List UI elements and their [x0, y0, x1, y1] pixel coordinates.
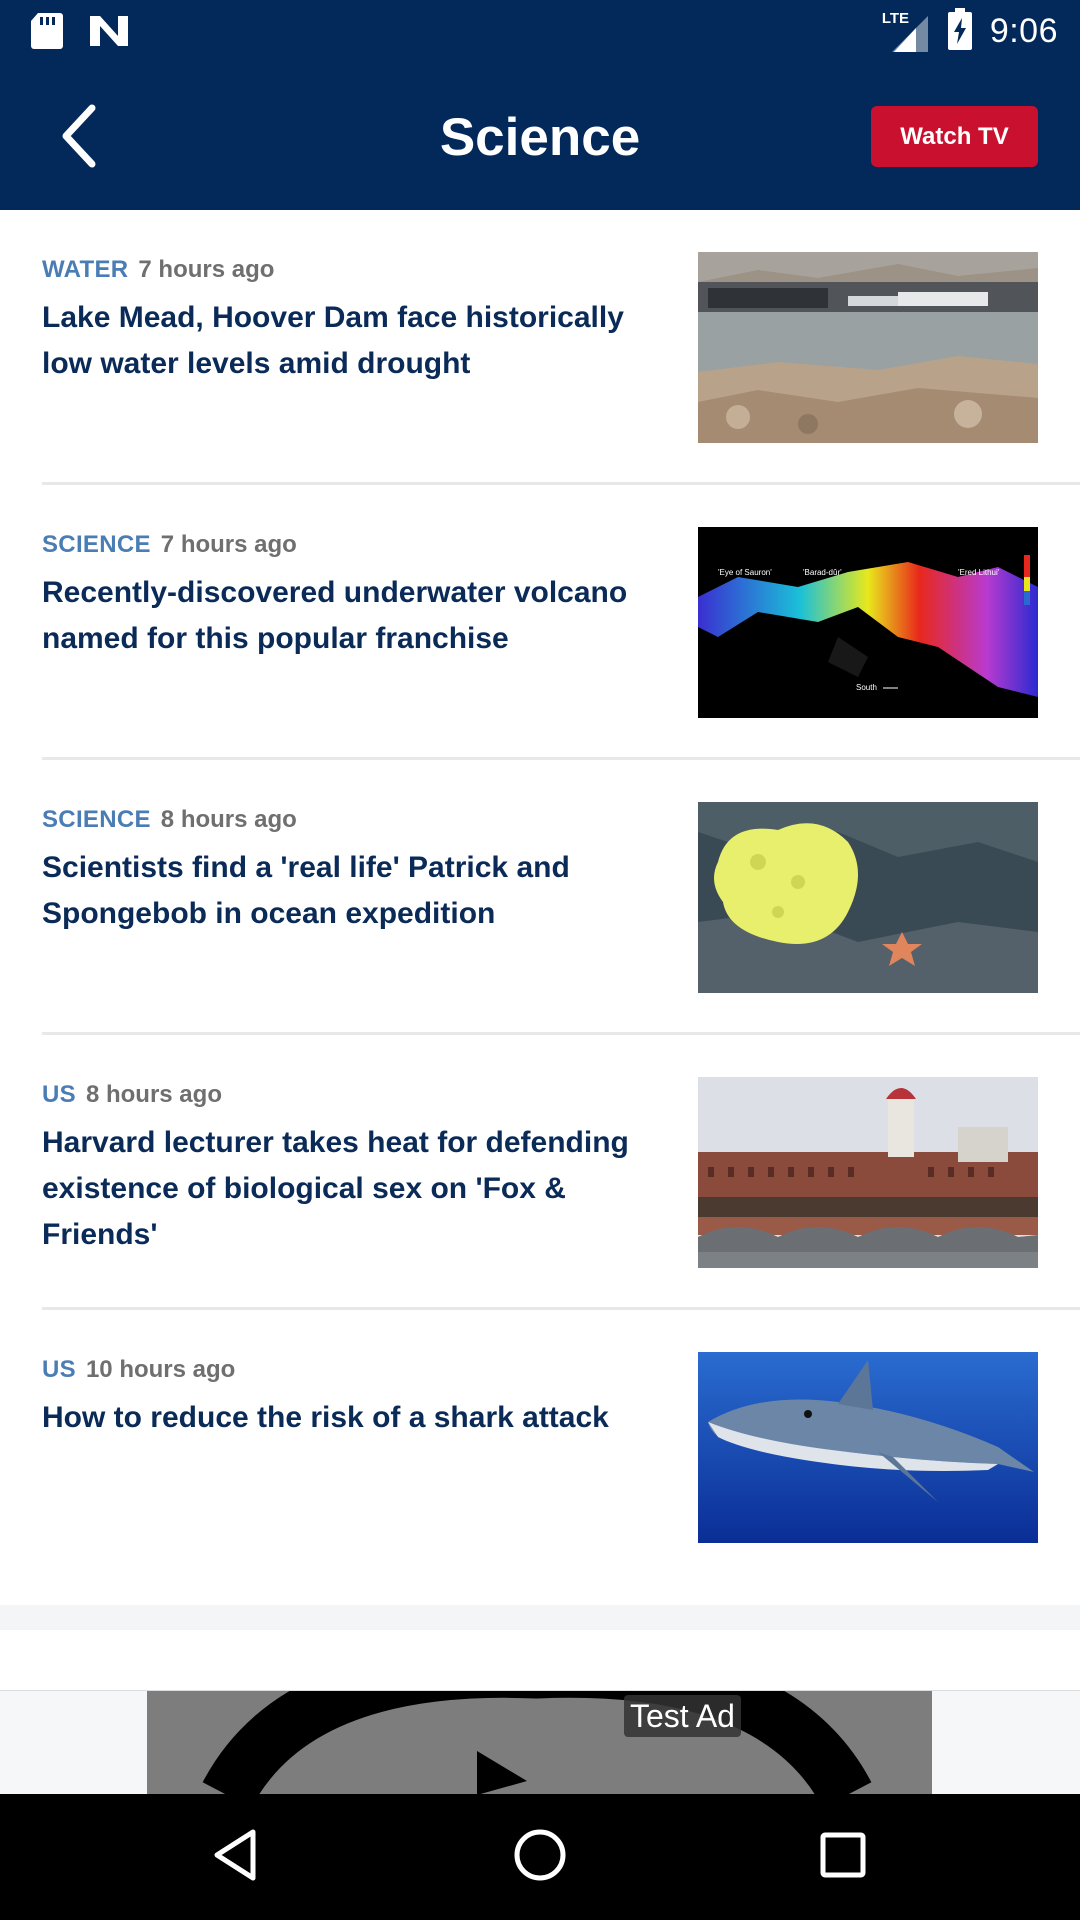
article-item[interactable]: US 10 hours ago How to reduce the risk of… [0, 1310, 1080, 1585]
article-time: 8 hours ago [160, 806, 297, 833]
article-headline[interactable]: Lake Mead, Hoover Dam face historically … [42, 295, 682, 387]
system-nav-bar [0, 1794, 1080, 1920]
article-category[interactable]: SCIENCE [42, 806, 151, 833]
svg-text:South: South [856, 683, 877, 692]
test-ad-label: Test Ad [624, 1695, 741, 1737]
shark-image [698, 1352, 1038, 1543]
article-list: WATER 7 hours ago Lake Mead, Hoover Dam f… [0, 210, 1080, 1585]
home-circle-icon [513, 1828, 567, 1887]
watch-tv-button[interactable]: Watch TV [871, 106, 1038, 167]
sd-card-icon [30, 12, 64, 55]
article-time: 8 hours ago [85, 1081, 222, 1108]
article-thumbnail[interactable]: 'Eye of Sauron' 'Barad-dûr' 'Ered Lithui… [698, 527, 1038, 718]
article-headline[interactable]: Harvard lecturer takes heat for defendin… [42, 1120, 682, 1258]
list-footer-spacer [0, 1605, 1080, 1630]
article-thumbnail[interactable] [698, 1352, 1038, 1543]
nav-back-button[interactable] [200, 1822, 270, 1892]
ad-creative[interactable]: Test Ad [147, 1691, 932, 1795]
article-time: 7 hours ago [138, 256, 275, 283]
battery-charging-icon [947, 8, 972, 55]
article-category[interactable]: US [42, 1081, 76, 1108]
article-meta: US 10 hours ago [42, 1356, 235, 1384]
status-bar: LTE 9:06 [0, 0, 1080, 63]
article-category[interactable]: SCIENCE [42, 531, 151, 558]
clock: 9:06 [989, 12, 1058, 50]
nav-recents-button[interactable] [808, 1822, 878, 1892]
ad-image [147, 1691, 932, 1795]
article-thumbnail[interactable] [698, 252, 1038, 443]
article-meta: SCIENCE 7 hours ago [42, 531, 297, 559]
nav-home-button[interactable] [505, 1822, 575, 1892]
science-news-screen: LTE 9:06 Science Watch TV WATER 7 hours … [0, 0, 1080, 1920]
app-header: Science Watch TV [0, 63, 1080, 210]
article-meta: US 8 hours ago [42, 1081, 222, 1109]
article-meta: WATER 7 hours ago [42, 256, 274, 284]
sponge-starfish-image [698, 802, 1038, 993]
article-time: 10 hours ago [85, 1356, 236, 1383]
svg-text:'Barad-dûr': 'Barad-dûr' [803, 568, 842, 577]
article-time: 7 hours ago [160, 531, 297, 558]
article-category[interactable]: WATER [42, 256, 128, 283]
lake-mead-image [698, 252, 1038, 443]
article-category[interactable]: US [42, 1356, 76, 1383]
volcano-map-image: 'Eye of Sauron' 'Barad-dûr' 'Ered Lithui… [698, 527, 1038, 718]
svg-text:'Eye of Sauron': 'Eye of Sauron' [718, 568, 772, 577]
lte-signal-icon: LTE [882, 10, 930, 54]
article-headline[interactable]: Recently-discovered underwater volcano n… [42, 570, 682, 662]
back-triangle-icon [211, 1828, 259, 1887]
ad-banner: Test Ad [0, 1690, 1080, 1795]
article-thumbnail[interactable] [698, 1077, 1038, 1268]
recents-square-icon [819, 1831, 867, 1884]
article-item[interactable]: SCIENCE 7 hours ago Recently-discovered u… [0, 485, 1080, 760]
article-headline[interactable]: Scientists find a 'real life' Patrick an… [42, 845, 682, 937]
article-meta: SCIENCE 8 hours ago [42, 806, 297, 834]
svg-text:'Ered Lithui': 'Ered Lithui' [958, 568, 1000, 577]
harvard-image [698, 1077, 1038, 1268]
app-n-icon [88, 14, 130, 53]
article-item[interactable]: US 8 hours ago Harvard lecturer takes hea… [0, 1035, 1080, 1310]
article-thumbnail[interactable] [698, 802, 1038, 993]
article-item[interactable]: SCIENCE 8 hours ago Scientists find a 're… [0, 760, 1080, 1035]
article-headline[interactable]: How to reduce the risk of a shark attack [42, 1395, 682, 1441]
article-item[interactable]: WATER 7 hours ago Lake Mead, Hoover Dam f… [0, 210, 1080, 485]
